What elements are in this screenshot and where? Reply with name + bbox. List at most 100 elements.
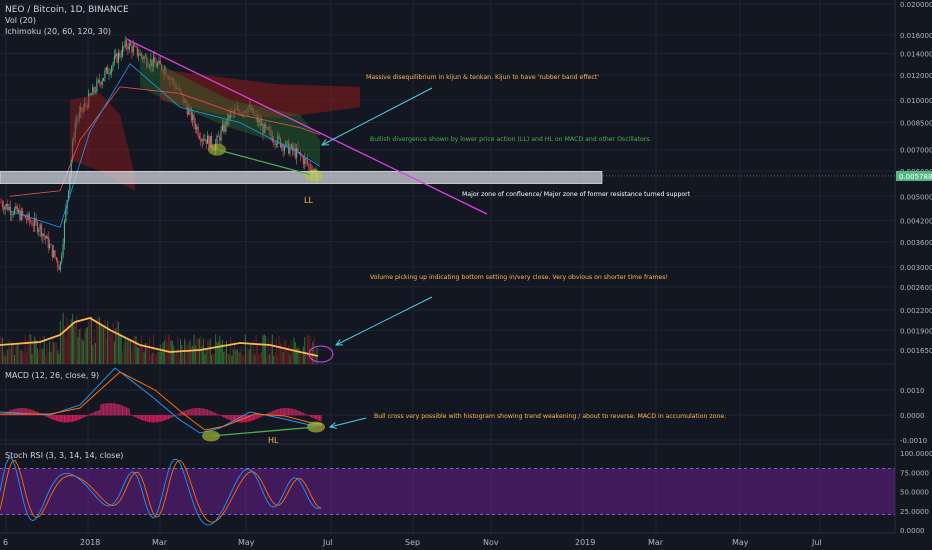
volume-bar (124, 336, 126, 364)
macd-histogram-bar (175, 414, 178, 416)
macd-histogram-bar (165, 415, 167, 421)
volume-bar (117, 321, 119, 364)
volume-bar (306, 334, 308, 364)
candle-body (127, 46, 129, 50)
volume-bar (258, 354, 260, 364)
volume-bar (275, 338, 277, 364)
macd-histogram-bar (96, 410, 98, 416)
volume-bar (34, 336, 36, 364)
candle-body (15, 205, 17, 209)
volume-bar (131, 353, 133, 364)
macd-histogram-bar (34, 410, 36, 416)
macd-histogram-bar (151, 415, 153, 423)
volume-bar (188, 343, 190, 364)
macd-histogram-bar (229, 415, 232, 421)
candle-body (296, 148, 298, 158)
annotation-hl-label: HL (268, 436, 279, 445)
volume-bar (162, 343, 164, 364)
volume-bar (165, 334, 167, 364)
candle-body (101, 80, 103, 85)
volume-bar (190, 345, 192, 364)
candle-body (306, 160, 308, 164)
candle-body (193, 114, 195, 124)
volume-bar (38, 351, 40, 364)
volume-bar (12, 345, 14, 364)
chart-canvas[interactable]: 0.020000 0.016000 0.014000 0.012000 0.010000… (0, 0, 932, 550)
price-tick-label: 0.012000 (900, 72, 932, 80)
price-tick-label: 0.016000 (900, 32, 932, 40)
candle-body (22, 210, 24, 215)
volume-bar (211, 355, 213, 364)
macd-histogram-bar (216, 413, 218, 416)
volume-bar (271, 334, 273, 364)
volume-bar (78, 329, 80, 364)
macd-histogram-bar (294, 409, 296, 416)
macd-histogram-bar (212, 411, 214, 416)
volume-bar (236, 348, 238, 364)
macd-histogram-bar (113, 403, 115, 416)
macd-histogram-bar (200, 408, 202, 416)
macd-histogram-bar (94, 411, 97, 416)
macd-histogram-bar (277, 409, 279, 416)
candle-body (158, 60, 160, 64)
macd-histogram-bar (97, 410, 99, 416)
volume-bar (121, 352, 124, 364)
macd-histogram-bar (150, 415, 152, 423)
volume-bar (120, 335, 122, 364)
time-tick-label: Jul (811, 538, 822, 547)
volume-bar (207, 339, 209, 364)
macd-histogram-bar (320, 415, 322, 422)
candle-body (47, 236, 49, 249)
macd-histogram-bar (180, 412, 182, 416)
macd-histogram-bar (127, 408, 129, 416)
volume-bar (223, 351, 225, 364)
volume-bar (112, 323, 114, 364)
volume-bar (28, 334, 30, 364)
candle-body (5, 204, 7, 207)
candle-body (13, 208, 16, 215)
candle-body (196, 126, 198, 130)
macd-histogram-bar (319, 415, 321, 421)
candle-body (103, 77, 105, 81)
volume-bar (9, 349, 11, 364)
candle-body (45, 236, 47, 239)
macd-histogram-bar (315, 415, 317, 420)
volume-bar (239, 352, 241, 364)
volume-bar (72, 313, 74, 364)
macd-histogram-bar (275, 409, 277, 416)
macd-histogram-bar (310, 415, 313, 418)
volume-bar (238, 351, 240, 364)
candle-body (117, 52, 119, 63)
macd-histogram-bar (281, 408, 283, 416)
volume-bar (16, 344, 18, 364)
volume-bar (90, 316, 92, 364)
macd-histogram-bar (111, 403, 113, 416)
volume-bar (134, 336, 136, 364)
macd-histogram-bar (13, 408, 16, 416)
candle-body (42, 233, 44, 237)
candle-body (197, 126, 199, 136)
price-tick-label: 0.005000 (900, 193, 932, 201)
annotation-divergence: Bullish divergence shown by lower price … (370, 136, 652, 143)
macd-histogram-bar (213, 412, 215, 416)
macd-histogram-bar (85, 415, 87, 417)
volume-bar (266, 355, 268, 364)
volume-bar (153, 334, 155, 364)
volume-bar (32, 341, 34, 364)
candle-body (115, 53, 117, 57)
macd-histogram-bar (57, 415, 59, 422)
candle-body (57, 259, 59, 266)
macd-histogram-bar (73, 415, 75, 422)
candle-body (93, 87, 95, 92)
macd-histogram-bar (61, 415, 63, 423)
candle-body (275, 144, 277, 146)
macd-histogram-bar (54, 415, 56, 421)
volume-bar (247, 350, 249, 364)
volume-bar (23, 351, 25, 364)
volume-bar (116, 319, 118, 364)
macd-histogram-bar (59, 415, 61, 422)
volume-bar (297, 347, 299, 364)
macd-histogram-bar (198, 408, 200, 416)
time-tick-label: Jul (322, 538, 333, 547)
macd-histogram-bar (285, 408, 287, 416)
